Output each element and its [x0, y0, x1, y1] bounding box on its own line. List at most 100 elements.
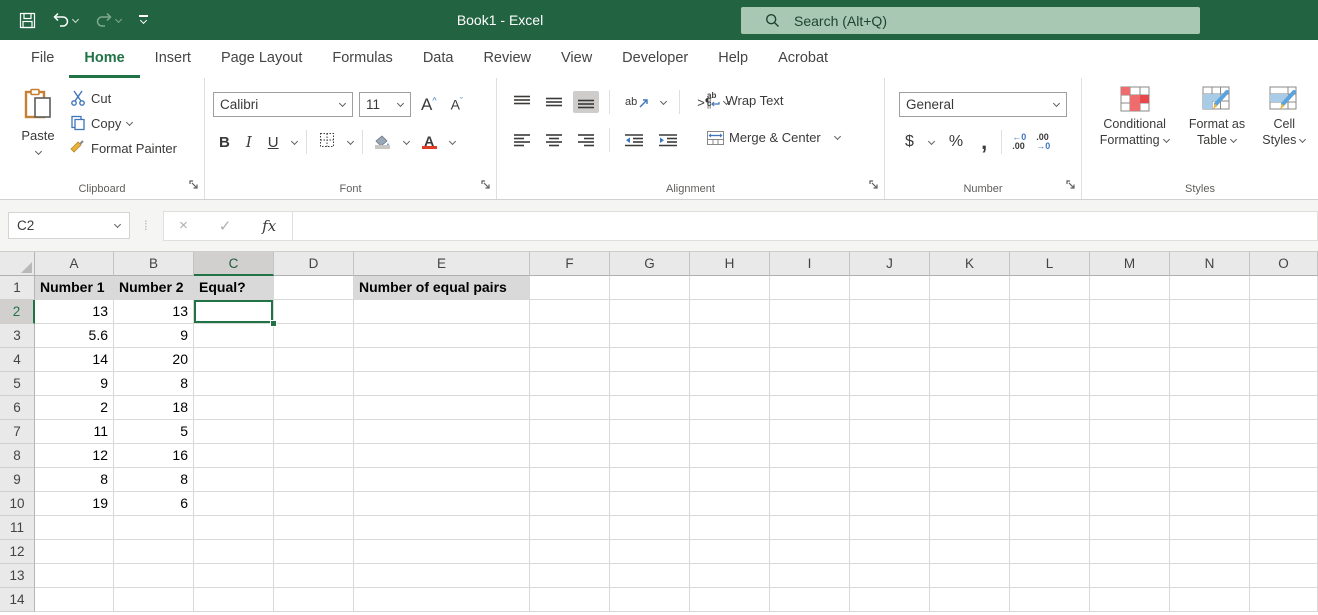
cell-I10[interactable] — [770, 492, 850, 516]
cell-H11[interactable] — [690, 516, 770, 540]
cell-L3[interactable] — [1010, 324, 1090, 348]
cell-J8[interactable] — [850, 444, 930, 468]
cell-O12[interactable] — [1250, 540, 1318, 564]
row-header-5[interactable]: 5 — [0, 372, 35, 396]
cell-A10[interactable]: 19 — [35, 492, 114, 516]
cell-K5[interactable] — [930, 372, 1010, 396]
align-center-button[interactable] — [541, 129, 567, 151]
cell-O7[interactable] — [1250, 420, 1318, 444]
row-header-3[interactable]: 3 — [0, 324, 35, 348]
cell-L13[interactable] — [1010, 564, 1090, 588]
cell-D5[interactable] — [274, 372, 354, 396]
cell-L7[interactable] — [1010, 420, 1090, 444]
cell-I11[interactable] — [770, 516, 850, 540]
cell-E8[interactable] — [354, 444, 530, 468]
tab-file[interactable]: File — [16, 40, 69, 78]
cell-I6[interactable] — [770, 396, 850, 420]
cell-B1[interactable]: Number 2 — [114, 276, 194, 300]
cell-D8[interactable] — [274, 444, 354, 468]
cell-G9[interactable] — [610, 468, 690, 492]
cell-N5[interactable] — [1170, 372, 1250, 396]
fill-color-dropdown-chevron[interactable] — [403, 139, 410, 146]
cell-J1[interactable] — [850, 276, 930, 300]
cell-M3[interactable] — [1090, 324, 1170, 348]
fill-color-button[interactable] — [371, 133, 395, 151]
cell-H12[interactable] — [690, 540, 770, 564]
cell-A6[interactable]: 2 — [35, 396, 114, 420]
redo-dropdown-chevron[interactable] — [115, 17, 122, 24]
cell-E2[interactable] — [354, 300, 530, 324]
cell-M2[interactable] — [1090, 300, 1170, 324]
cell-L5[interactable] — [1010, 372, 1090, 396]
column-header-d[interactable]: D — [274, 252, 354, 276]
cell-M12[interactable] — [1090, 540, 1170, 564]
borders-dropdown-chevron[interactable] — [347, 139, 354, 146]
cell-N12[interactable] — [1170, 540, 1250, 564]
column-header-b[interactable]: B — [114, 252, 194, 276]
cell-O3[interactable] — [1250, 324, 1318, 348]
cell-L2[interactable] — [1010, 300, 1090, 324]
cell-O14[interactable] — [1250, 588, 1318, 612]
cell-A14[interactable] — [35, 588, 114, 612]
cell-N11[interactable] — [1170, 516, 1250, 540]
tab-developer[interactable]: Developer — [607, 40, 703, 78]
merge-center-dropdown-chevron[interactable] — [834, 134, 841, 141]
number-format-select[interactable]: General — [899, 92, 1067, 117]
row-header-10[interactable]: 10 — [0, 492, 35, 516]
cell-H9[interactable] — [690, 468, 770, 492]
cell-G2[interactable] — [610, 300, 690, 324]
cell-J12[interactable] — [850, 540, 930, 564]
cell-E14[interactable] — [354, 588, 530, 612]
decrease-indent-button[interactable] — [620, 129, 648, 151]
cell-D13[interactable] — [274, 564, 354, 588]
cell-L4[interactable] — [1010, 348, 1090, 372]
cell-J5[interactable] — [850, 372, 930, 396]
cell-M9[interactable] — [1090, 468, 1170, 492]
cell-I7[interactable] — [770, 420, 850, 444]
cell-K8[interactable] — [930, 444, 1010, 468]
column-header-i[interactable]: I — [770, 252, 850, 276]
row-header-1[interactable]: 1 — [0, 276, 35, 300]
alignment-dialog-launcher[interactable] — [869, 177, 879, 195]
cell-C12[interactable] — [194, 540, 274, 564]
cell-J9[interactable] — [850, 468, 930, 492]
column-header-o[interactable]: O — [1250, 252, 1318, 276]
cell-O13[interactable] — [1250, 564, 1318, 588]
cell-J13[interactable] — [850, 564, 930, 588]
cell-M13[interactable] — [1090, 564, 1170, 588]
cell-K1[interactable] — [930, 276, 1010, 300]
row-header-13[interactable]: 13 — [0, 564, 35, 588]
column-header-k[interactable]: K — [930, 252, 1010, 276]
cell-O9[interactable] — [1250, 468, 1318, 492]
cell-I5[interactable] — [770, 372, 850, 396]
cell-I14[interactable] — [770, 588, 850, 612]
cell-O6[interactable] — [1250, 396, 1318, 420]
cell-D14[interactable] — [274, 588, 354, 612]
cell-F12[interactable] — [530, 540, 610, 564]
cell-F9[interactable] — [530, 468, 610, 492]
row-header-6[interactable]: 6 — [0, 396, 35, 420]
comma-style-button[interactable]: , — [977, 131, 991, 153]
cell-E1[interactable]: Number of equal pairs — [354, 276, 530, 300]
cell-J2[interactable] — [850, 300, 930, 324]
conditional-formatting-button[interactable]: Conditional Formatting — [1092, 86, 1178, 148]
cell-E11[interactable] — [354, 516, 530, 540]
cell-J6[interactable] — [850, 396, 930, 420]
cell-F14[interactable] — [530, 588, 610, 612]
cell-O2[interactable] — [1250, 300, 1318, 324]
cell-G10[interactable] — [610, 492, 690, 516]
cell-H2[interactable] — [690, 300, 770, 324]
cell-E13[interactable] — [354, 564, 530, 588]
cell-A4[interactable]: 14 — [35, 348, 114, 372]
cell-H3[interactable] — [690, 324, 770, 348]
cell-N6[interactable] — [1170, 396, 1250, 420]
cell-B5[interactable]: 8 — [114, 372, 194, 396]
cell-A2[interactable]: 13 — [35, 300, 114, 324]
column-header-m[interactable]: M — [1090, 252, 1170, 276]
cell-G3[interactable] — [610, 324, 690, 348]
cell-E4[interactable] — [354, 348, 530, 372]
cell-D1[interactable] — [274, 276, 354, 300]
cell-O1[interactable] — [1250, 276, 1318, 300]
cell-O10[interactable] — [1250, 492, 1318, 516]
cell-M1[interactable] — [1090, 276, 1170, 300]
